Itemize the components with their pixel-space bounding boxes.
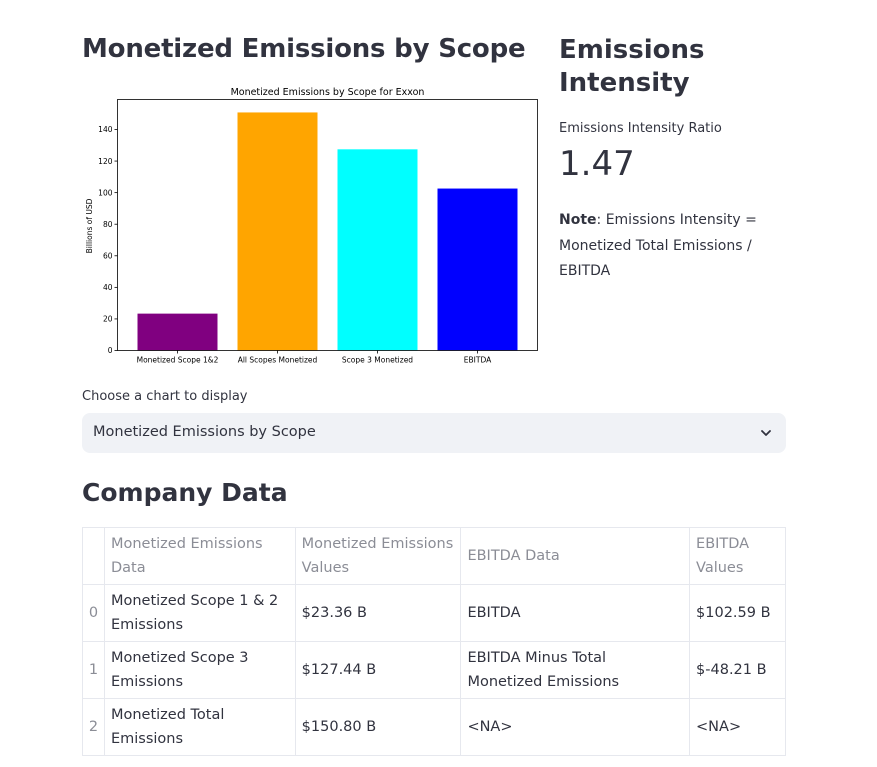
chart-y-tick-label: 100 [98, 188, 113, 197]
chart-y-tick-label: 40 [103, 283, 113, 292]
chart-bar [137, 313, 218, 351]
note-bold-label: Note [559, 212, 597, 228]
table-cell: $102.59 B [689, 584, 786, 642]
table-cell-index: 0 [82, 584, 105, 642]
metric-label: Emissions Intensity Ratio [559, 121, 722, 136]
table-cell: $127.44 B [294, 641, 462, 699]
chart-y-tick-label: 120 [98, 157, 113, 166]
intensity-note: Note: Emissions Intensity = Monetized To… [559, 208, 779, 285]
metric-value: 1.47 [559, 144, 635, 184]
table-cell: <NA> [689, 698, 786, 756]
table-header-ebitda-values[interactable]: EBITDA Values [689, 527, 786, 585]
table-cell-index: 2 [82, 698, 105, 756]
table-cell: Monetized Scope 3 Emissions [103, 641, 296, 699]
table-cell: Monetized Total Emissions [103, 698, 296, 756]
table-row: 0 Monetized Scope 1 & 2 Emissions $23.36… [82, 584, 786, 642]
table-cell-index: 1 [82, 641, 105, 699]
chart-x-tick-label: EBITDA [464, 356, 492, 365]
company-data-table: Monetized Emissions Data Monetized Emiss… [82, 527, 786, 756]
chart-x-tick-label: Scope 3 Monetized [342, 356, 413, 365]
table-header-row: Monetized Emissions Data Monetized Emiss… [82, 527, 786, 585]
table-header-ebitda-data[interactable]: EBITDA Data [460, 527, 691, 585]
table-cell: <NA> [460, 698, 691, 756]
table-cell: $23.36 B [294, 584, 462, 642]
table-row: 1 Monetized Scope 3 Emissions $127.44 B … [82, 641, 786, 699]
chart-x-tick-label: Monetized Scope 1&2 [137, 356, 219, 365]
chart-bar [437, 188, 518, 351]
table-cell: $150.80 B [294, 698, 462, 756]
chevron-down-icon [761, 430, 771, 436]
chart-bar [337, 149, 418, 351]
chart-y-tick-label: 80 [103, 220, 113, 229]
table-header-emissions-values[interactable]: Monetized Emissions Values [294, 527, 462, 585]
company-data-title: Company Data [82, 478, 288, 507]
table-header-index[interactable] [82, 527, 105, 585]
chart-title: Monetized Emissions by Scope for Exxon [231, 87, 425, 98]
chart-y-tick-label: 0 [108, 346, 113, 355]
table-header-emissions-data[interactable]: Monetized Emissions Data [103, 527, 296, 585]
chart-select-dropdown[interactable]: Monetized Emissions by Scope [82, 413, 786, 453]
table-cell: EBITDA [460, 584, 691, 642]
chart-select-value: Monetized Emissions by Scope [93, 424, 316, 440]
chart-y-axis-label: Billions of USD [85, 198, 94, 253]
table-row: 2 Monetized Total Emissions $150.80 B <N… [82, 698, 786, 756]
bar-chart: Monetized Emissions by Scope for Exxon B… [82, 82, 552, 372]
table-cell: Monetized Scope 1 & 2 Emissions [103, 584, 296, 642]
table-cell: EBITDA Minus Total Monetized Emissions [460, 641, 691, 699]
table-cell: $-48.21 B [689, 641, 786, 699]
emissions-intensity-title: Emissions Intensity [559, 35, 705, 98]
chart-y-tick-label: 60 [103, 251, 113, 260]
chart-select-label: Choose a chart to display [82, 389, 248, 404]
chart-y-tick-label: 140 [98, 125, 113, 134]
chart-bar [237, 112, 318, 351]
chart-x-tick-label: All Scopes Monetized [238, 356, 318, 365]
chart-section-title: Monetized Emissions by Scope [82, 34, 526, 64]
chart-y-tick-label: 20 [103, 315, 113, 324]
